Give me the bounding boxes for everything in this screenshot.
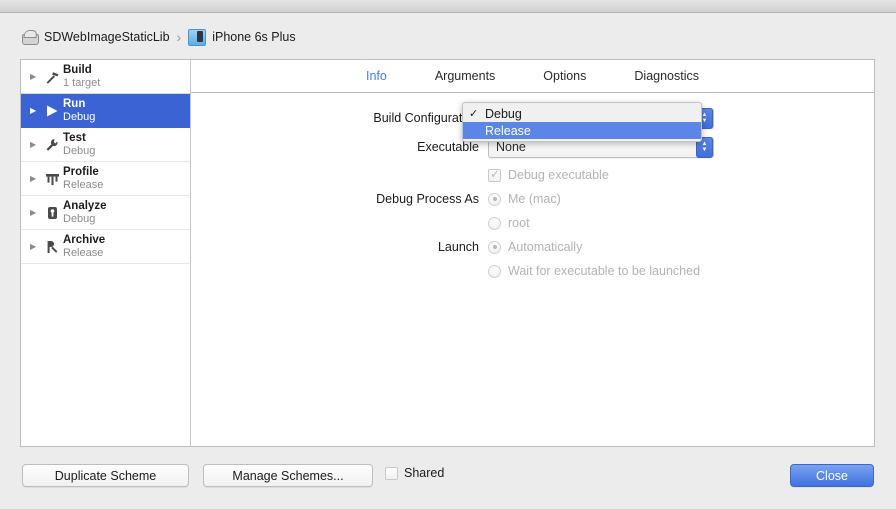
close-button[interactable]: Close (790, 464, 874, 487)
device-icon (188, 28, 207, 46)
debug-process-as-label: Debug Process As (376, 192, 479, 206)
launch-wait-radio[interactable] (488, 264, 501, 278)
hammer-icon-svg (46, 71, 59, 84)
tab-arguments[interactable]: Arguments (433, 69, 497, 83)
disclosure-triangle-icon[interactable]: ▶ (30, 106, 41, 115)
debug-executable-checkbox[interactable] (488, 167, 501, 182)
sidebar-item-analyze-subtitle: Debug (63, 212, 96, 225)
disclosure-triangle-icon[interactable]: ▶ (30, 174, 41, 183)
debug-process-as-root-radio[interactable] (488, 216, 501, 230)
build-configuration-dropdown-menu[interactable]: ✓ Debug Release (462, 102, 702, 142)
sidebar-item-run[interactable]: ▶ Run Debug (21, 94, 190, 128)
breadcrumb-device-label: iPhone 6s Plus (212, 30, 296, 44)
checkmark-icon: ✓ (469, 108, 479, 120)
tab-diagnostics[interactable]: Diagnostics (632, 69, 701, 83)
sidebar-item-build-title: Build (63, 63, 92, 76)
magnifier-icon (41, 206, 63, 220)
shared-checkbox-row[interactable]: Shared (385, 466, 444, 480)
sidebar-item-test-subtitle: Debug (63, 144, 96, 157)
disclosure-triangle-icon[interactable]: ▶ (30, 208, 41, 217)
hammer-icon (41, 70, 63, 84)
sidebar-item-archive-subtitle: Release (63, 246, 104, 259)
launch-automatically-label: Automatically (508, 240, 583, 254)
gauge-icon (41, 172, 63, 186)
sidebar-item-build[interactable]: ▶ Build 1 target (21, 60, 190, 94)
debug-process-as-root-row: root (191, 211, 874, 235)
build-configuration-label: Build Configuration (373, 111, 479, 125)
launch-automatically-row: Launch Automatically (191, 235, 874, 259)
sidebar-item-archive-title: Archive (63, 233, 106, 246)
scheme-actions-sidebar: ▶ Build 1 target ▶ Run Debug ▶ Test Debu… (21, 60, 191, 446)
disclosure-triangle-icon[interactable]: ▶ (30, 72, 41, 81)
executable-value: None (496, 140, 526, 154)
launch-label: Launch (437, 240, 479, 254)
play-icon (41, 104, 63, 118)
menu-item-release[interactable]: Release (463, 122, 701, 139)
sidebar-item-run-text: Run Debug (63, 98, 95, 123)
launch-automatically-radio[interactable] (488, 240, 501, 254)
sidebar-item-profile-title: Profile (63, 165, 99, 178)
archive-icon (41, 240, 63, 254)
breadcrumb-device[interactable]: iPhone 6s Plus (188, 28, 296, 46)
window-title-bar (0, 0, 896, 13)
gauge-icon-svg (45, 173, 59, 185)
launch-wait-label: Wait for executable to be launched (508, 264, 701, 278)
sidebar-item-run-title: Run (63, 97, 86, 110)
sidebar-item-test-text: Test Debug (63, 132, 95, 157)
debug-process-as-me-label: Me (mac) (508, 192, 561, 206)
sidebar-item-build-text: Build 1 target (63, 64, 100, 89)
bottom-button-bar: Duplicate Scheme Manage Schemes... Share… (0, 453, 896, 509)
chevron-down-icon: ▼ (701, 147, 708, 153)
chevron-down-icon: ▼ (701, 118, 708, 124)
archive-icon-svg (47, 240, 58, 253)
breadcrumb: SDWebImageStaticLib › iPhone 6s Plus (22, 26, 296, 48)
breadcrumb-scheme[interactable]: SDWebImageStaticLib (22, 30, 170, 45)
debug-process-as-me-row: Debug Process As Me (mac) (191, 187, 874, 211)
sidebar-item-test-title: Test (63, 131, 86, 144)
sidebar-item-run-subtitle: Debug (63, 110, 96, 123)
shared-checkbox[interactable] (385, 466, 398, 480)
debug-process-as-root-label: root (508, 216, 530, 230)
debug-executable-label: Debug executable (508, 168, 609, 182)
play-icon-svg (47, 105, 58, 116)
sidebar-item-profile-subtitle: Release (63, 178, 104, 191)
sidebar-item-analyze-text: Analyze Debug (63, 200, 106, 225)
sidebar-item-archive-text: Archive Release (63, 234, 105, 259)
disclosure-triangle-icon[interactable]: ▶ (30, 242, 41, 251)
menu-item-debug[interactable]: ✓ Debug (463, 105, 701, 122)
wrench-icon (41, 138, 63, 152)
breadcrumb-scheme-label: SDWebImageStaticLib (44, 30, 170, 44)
executable-label: Executable (417, 140, 479, 154)
debug-process-as-me-radio[interactable] (488, 192, 501, 206)
breadcrumb-separator: › (176, 29, 182, 45)
sidebar-item-analyze-title: Analyze (63, 199, 107, 212)
scheme-editor-panel: ▶ Build 1 target ▶ Run Debug ▶ Test Debu… (20, 59, 875, 447)
sidebar-item-profile[interactable]: ▶ Profile Release (21, 162, 190, 196)
menu-item-debug-label: Debug (485, 106, 522, 121)
magnifier-icon-svg (47, 206, 57, 219)
duplicate-scheme-button[interactable]: Duplicate Scheme (22, 464, 189, 487)
tab-info[interactable]: Info (364, 69, 389, 83)
sidebar-item-analyze[interactable]: ▶ Analyze Debug (21, 196, 190, 230)
sidebar-item-build-subtitle: 1 target (63, 76, 101, 89)
wrench-icon-svg (46, 138, 58, 151)
manage-schemes-button[interactable]: Manage Schemes... (203, 464, 373, 487)
tab-options[interactable]: Options (541, 69, 588, 83)
sidebar-item-archive[interactable]: ▶ Archive Release (21, 230, 190, 264)
shared-label: Shared (404, 466, 445, 480)
disclosure-triangle-icon[interactable]: ▶ (30, 140, 41, 149)
sidebar-item-profile-text: Profile Release (63, 166, 103, 191)
scheme-icon (22, 30, 39, 45)
debug-executable-row: Debug executable (191, 163, 874, 187)
menu-item-release-label: Release (485, 123, 531, 138)
sidebar-item-test[interactable]: ▶ Test Debug (21, 128, 190, 162)
tab-bar: Info Arguments Options Diagnostics (191, 60, 874, 93)
launch-wait-row: Wait for executable to be launched (191, 259, 874, 283)
